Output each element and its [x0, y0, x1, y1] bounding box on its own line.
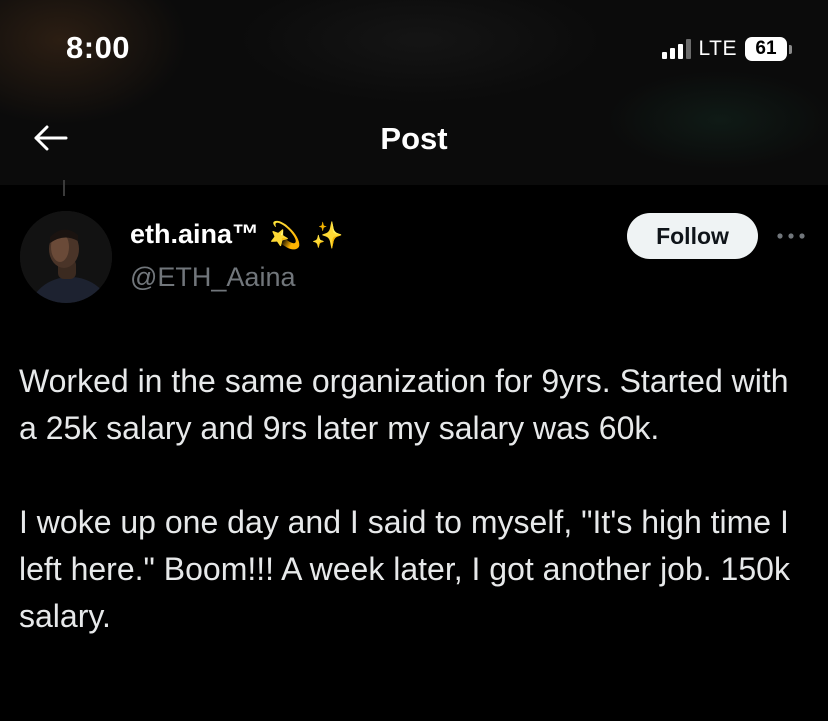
- top-bar: 8:00 LTE 61 Post: [0, 0, 828, 185]
- more-options-button[interactable]: [774, 222, 808, 250]
- author-name[interactable]: eth.aina™ 💫 ✨: [130, 219, 344, 250]
- status-indicators: LTE 61: [661, 37, 792, 61]
- post-paragraph: Worked in the same organization for 9yrs…: [19, 363, 789, 446]
- network-type: LTE: [698, 37, 737, 60]
- profile-photo: [20, 211, 112, 303]
- post-text: Worked in the same organization for 9yrs…: [19, 358, 809, 640]
- battery-level: 61: [745, 37, 787, 61]
- post-paragraph: I woke up one day and I said to myself, …: [19, 504, 790, 634]
- battery-icon: 61: [745, 37, 792, 61]
- sparkles-emoji-icon: ✨: [311, 219, 344, 250]
- author-display-name: eth.aina™: [130, 219, 260, 249]
- dizzy-emoji-icon: 💫: [269, 219, 302, 250]
- status-time: 8:00: [66, 30, 131, 65]
- more-horizontal-icon: [777, 233, 805, 239]
- page-title: Post: [380, 121, 448, 156]
- signal-strength-icon: [661, 39, 691, 59]
- follow-button[interactable]: Follow: [627, 213, 758, 259]
- avatar[interactable]: [20, 211, 112, 303]
- thread-connector: [63, 180, 65, 196]
- author-handle[interactable]: @ETH_Aaina: [130, 262, 295, 293]
